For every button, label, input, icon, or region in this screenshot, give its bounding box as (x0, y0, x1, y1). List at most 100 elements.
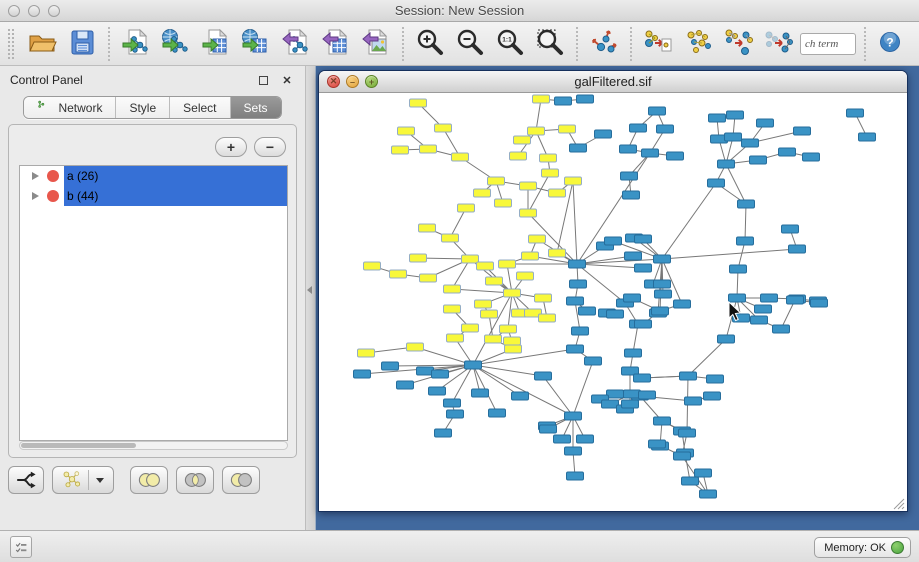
graph-node-yellow[interactable] (486, 277, 503, 285)
zoom-actual-button[interactable]: 1:1 (492, 26, 528, 62)
graph-node-blue[interactable] (602, 400, 619, 408)
collapse-panel-icon[interactable] (307, 286, 312, 294)
network-graph[interactable] (320, 93, 906, 511)
graph-node-blue[interactable] (787, 296, 804, 304)
graph-node-blue[interactable] (755, 305, 772, 313)
float-panel-icon[interactable] (255, 72, 271, 88)
graph-node-yellow[interactable] (565, 177, 582, 185)
graph-node-blue[interactable] (432, 370, 449, 378)
graph-node-blue[interactable] (579, 307, 596, 315)
graph-node-blue[interactable] (718, 160, 735, 168)
graph-node-yellow[interactable] (542, 169, 559, 177)
graph-node-yellow[interactable] (514, 136, 531, 144)
import-table-file-button[interactable] (198, 26, 234, 62)
graph-node-blue[interactable] (624, 390, 641, 398)
graph-node-blue[interactable] (621, 172, 638, 180)
chevron-down-icon[interactable] (96, 478, 104, 483)
graph-node-blue[interactable] (540, 425, 557, 433)
graph-node-yellow[interactable] (458, 204, 475, 212)
graph-node-blue[interactable] (577, 95, 594, 103)
graph-node-yellow[interactable] (559, 125, 576, 133)
graph-node-yellow[interactable] (419, 224, 436, 232)
group-nodes-file-button[interactable] (640, 26, 676, 62)
horizontal-scrollbar[interactable] (19, 441, 288, 450)
graph-node-yellow[interactable] (529, 235, 546, 243)
graph-node-yellow[interactable] (533, 95, 550, 103)
graph-node-blue[interactable] (667, 152, 684, 160)
network-canvas[interactable] (320, 93, 906, 511)
graph-node-yellow[interactable] (504, 337, 521, 345)
graph-node-blue[interactable] (623, 191, 640, 199)
import-network-file-button[interactable] (118, 26, 154, 62)
venn-union-button[interactable] (130, 466, 168, 494)
graph-node-blue[interactable] (738, 200, 755, 208)
graph-node-yellow[interactable] (452, 153, 469, 161)
node-layer[interactable] (354, 95, 876, 498)
graph-node-yellow[interactable] (488, 177, 505, 185)
graph-node-blue[interactable] (657, 125, 674, 133)
graph-node-yellow[interactable] (398, 127, 415, 135)
graph-node-blue[interactable] (570, 144, 587, 152)
graph-node-blue[interactable] (535, 372, 552, 380)
graph-node-blue[interactable] (708, 179, 725, 187)
graph-node-blue[interactable] (782, 225, 799, 233)
graph-node-yellow[interactable] (390, 270, 407, 278)
graph-node-blue[interactable] (569, 260, 586, 268)
zoom-out-button[interactable] (452, 26, 488, 62)
graph-node-blue[interactable] (620, 145, 637, 153)
graph-node-blue[interactable] (680, 372, 697, 380)
extract-network-button[interactable] (760, 26, 796, 62)
graph-node-blue[interactable] (654, 280, 671, 288)
graph-node-blue[interactable] (803, 153, 820, 161)
graph-node-yellow[interactable] (364, 262, 381, 270)
graph-node-blue[interactable] (674, 300, 691, 308)
graph-node-yellow[interactable] (475, 300, 492, 308)
resize-grip-icon[interactable] (894, 499, 904, 509)
graph-node-blue[interactable] (779, 148, 796, 156)
graph-node-yellow[interactable] (540, 154, 557, 162)
zoom-fit-button[interactable] (532, 26, 568, 62)
yellow-network-button[interactable] (52, 466, 114, 494)
graph-node-blue[interactable] (811, 299, 828, 307)
graph-node-blue[interactable] (570, 280, 587, 288)
graph-node-yellow[interactable] (520, 209, 537, 217)
graph-node-blue[interactable] (709, 114, 726, 122)
graph-node-blue[interactable] (472, 389, 489, 397)
graph-node-blue[interactable] (718, 335, 735, 343)
graph-node-yellow[interactable] (442, 234, 459, 242)
network-frame[interactable]: ✕ – + galFiltered.sif (318, 70, 908, 512)
graph-node-blue[interactable] (605, 237, 622, 245)
venn-difference-button[interactable] (222, 466, 260, 494)
graph-node-blue[interactable] (607, 310, 624, 318)
help-button[interactable]: ? (872, 26, 908, 62)
zoom-in-button[interactable] (412, 26, 448, 62)
graph-node-blue[interactable] (567, 297, 584, 305)
export-network-button[interactable] (278, 26, 314, 62)
graph-node-blue[interactable] (554, 435, 571, 443)
graph-node-blue[interactable] (625, 252, 642, 260)
graph-node-blue[interactable] (465, 361, 482, 369)
set-list-item[interactable]: b (44) (20, 186, 287, 206)
tab-network[interactable]: Network (24, 97, 116, 118)
graph-node-blue[interactable] (585, 357, 602, 365)
graph-node-yellow[interactable] (407, 343, 424, 351)
graph-node-blue[interactable] (555, 97, 572, 105)
graph-node-blue[interactable] (649, 440, 666, 448)
panel-splitter[interactable] (305, 66, 316, 530)
graph-node-yellow[interactable] (420, 145, 437, 153)
graph-node-yellow[interactable] (410, 99, 427, 107)
expand-triangle-icon[interactable] (32, 192, 39, 200)
graph-node-yellow[interactable] (505, 345, 522, 353)
graph-node-yellow[interactable] (474, 189, 491, 197)
graph-node-yellow[interactable] (477, 262, 494, 270)
task-history-button[interactable] (10, 536, 32, 558)
expand-triangle-icon[interactable] (32, 172, 39, 180)
open-folder-button[interactable] (24, 26, 60, 62)
graph-node-blue[interactable] (729, 294, 746, 302)
graph-node-blue[interactable] (642, 149, 659, 157)
set-list[interactable]: a (26)b (44) (19, 165, 288, 441)
remove-set-button[interactable]: − (254, 137, 286, 157)
graph-node-blue[interactable] (622, 400, 639, 408)
graph-node-blue[interactable] (757, 119, 774, 127)
close-panel-icon[interactable]: ✕ (279, 72, 295, 88)
